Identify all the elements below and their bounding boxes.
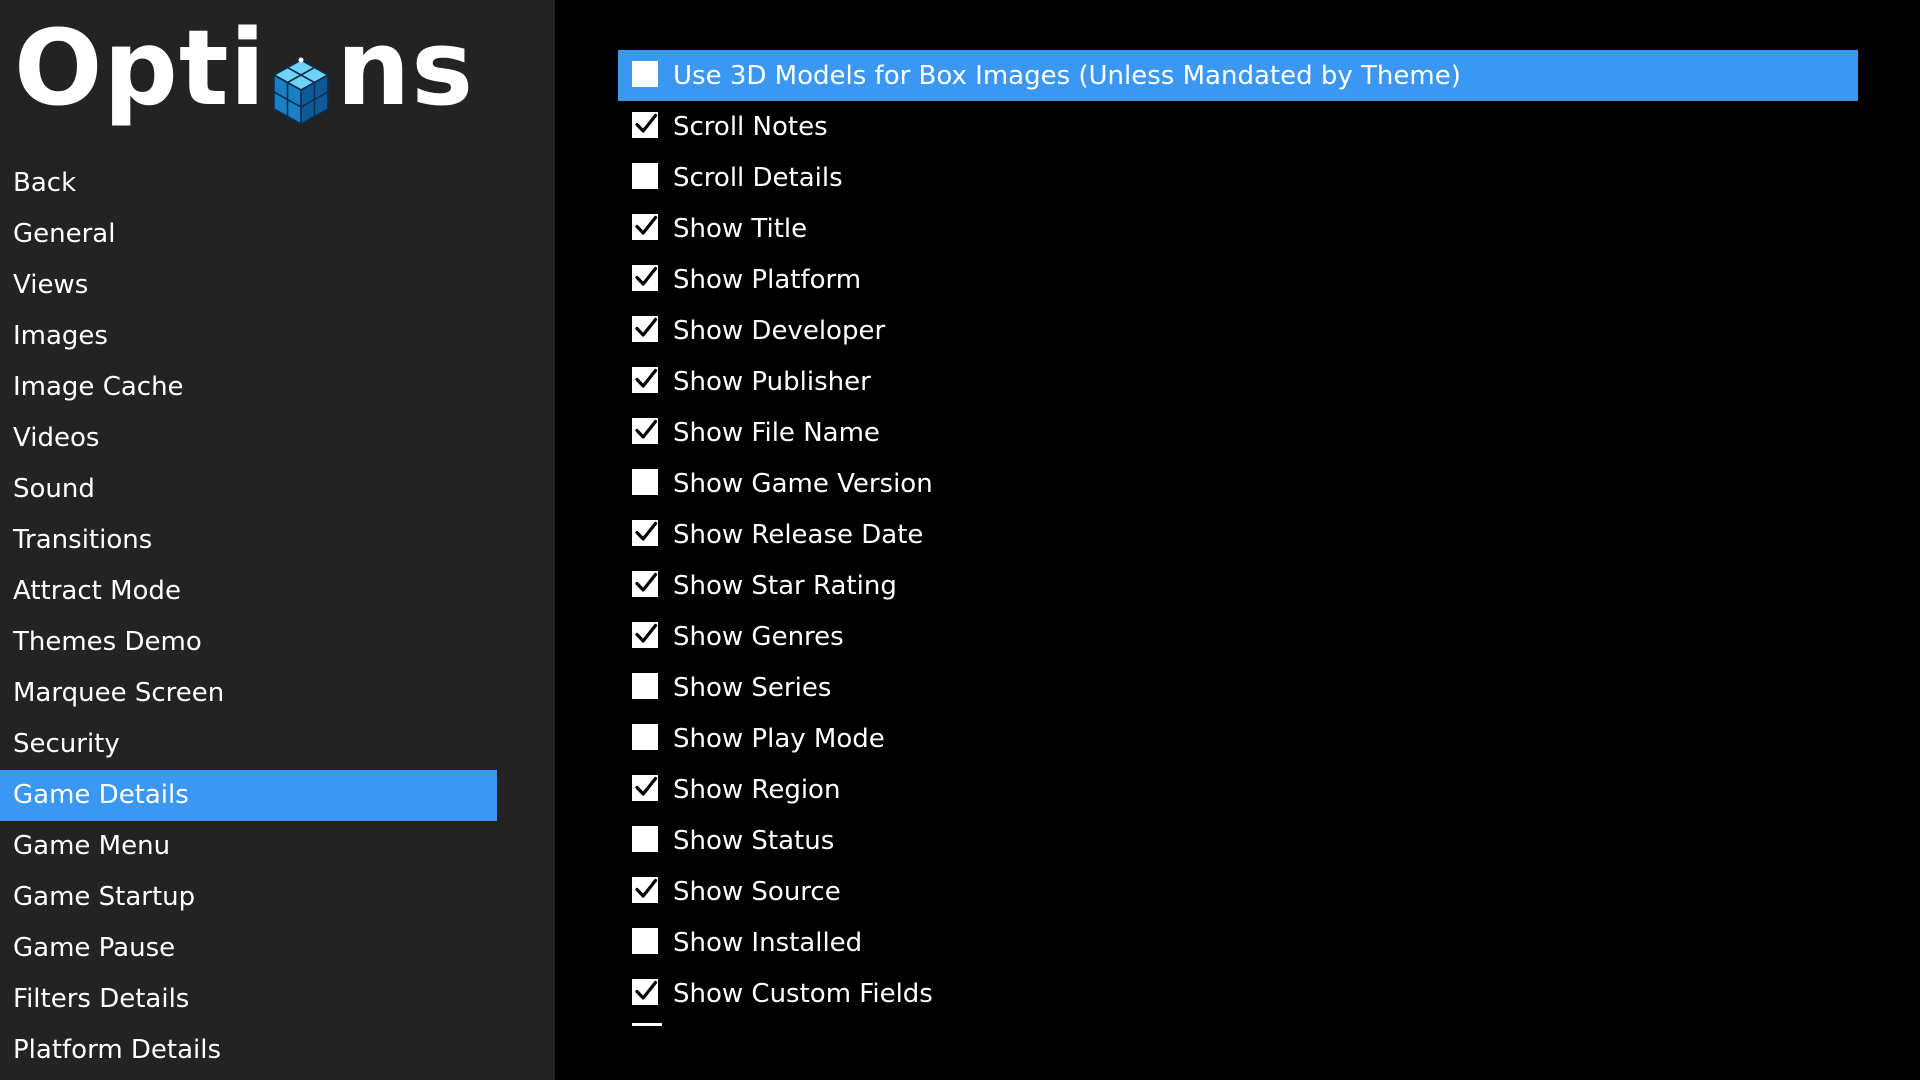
- menu-item-images[interactable]: Images: [0, 311, 497, 362]
- option-label: Show Title: [673, 213, 808, 244]
- option-label: Show Series: [673, 672, 832, 703]
- menu-item-filters-details[interactable]: Filters Details: [0, 974, 497, 1025]
- option-label: Show Publisher: [673, 366, 871, 397]
- option-label: Show Region: [673, 774, 841, 805]
- option-use-3d-models-for-box-images-unless-mandated-by-theme[interactable]: Use 3D Models for Box Images (Unless Man…: [618, 50, 1858, 101]
- option-label: Show Developer: [673, 315, 886, 346]
- checkbox-checked-icon[interactable]: [632, 621, 658, 648]
- checkbox-checked-icon[interactable]: [632, 978, 658, 1005]
- option-show-status[interactable]: Show Status: [618, 815, 1858, 866]
- next-option-partial: [618, 1023, 1858, 1030]
- option-show-publisher[interactable]: Show Publisher: [618, 356, 1858, 407]
- options-panel: Use 3D Models for Box Images (Unless Man…: [555, 0, 1920, 1080]
- menu-item-themes-demo[interactable]: Themes Demo: [0, 617, 497, 668]
- menu-item-game-pause[interactable]: Game Pause: [0, 923, 497, 974]
- checkbox-checked-icon[interactable]: [632, 570, 658, 597]
- menu-item-platform-details[interactable]: Platform Details: [0, 1025, 497, 1076]
- option-label: Show Source: [673, 876, 841, 907]
- option-label: Show Status: [673, 825, 835, 856]
- option-label: Show Game Version: [673, 468, 933, 499]
- checkbox-unchecked-icon[interactable]: [632, 927, 658, 954]
- option-scroll-notes[interactable]: Scroll Notes: [618, 101, 1858, 152]
- checkbox-checked-icon[interactable]: [632, 417, 658, 444]
- checkbox-checked-icon[interactable]: [632, 264, 658, 291]
- checkbox-checked-icon[interactable]: [632, 111, 658, 138]
- option-show-file-name[interactable]: Show File Name: [618, 407, 1858, 458]
- sidebar: Opti ns Back General Views Images Image …: [0, 0, 555, 1080]
- option-show-star-rating[interactable]: Show Star Rating: [618, 560, 1858, 611]
- checkbox-unchecked-icon[interactable]: [632, 468, 658, 495]
- checkbox-unchecked-icon[interactable]: [632, 672, 658, 699]
- options-logo: Opti ns: [14, 8, 474, 128]
- menu-item-image-cache[interactable]: Image Cache: [0, 362, 497, 413]
- menu-item-videos[interactable]: Videos: [0, 413, 497, 464]
- menu-item-marquee-screen[interactable]: Marquee Screen: [0, 668, 497, 719]
- menu-item-sound[interactable]: Sound: [0, 464, 497, 515]
- menu-item-transitions[interactable]: Transitions: [0, 515, 497, 566]
- option-label: Show Star Rating: [673, 570, 897, 601]
- menu-item-attract-mode[interactable]: Attract Mode: [0, 566, 497, 617]
- option-show-release-date[interactable]: Show Release Date: [618, 509, 1858, 560]
- menu-item-views[interactable]: Views: [0, 260, 497, 311]
- option-label: Show Installed: [673, 927, 863, 958]
- option-show-game-version[interactable]: Show Game Version: [618, 458, 1858, 509]
- option-label: Use 3D Models for Box Images (Unless Man…: [673, 60, 1461, 91]
- option-show-play-mode[interactable]: Show Play Mode: [618, 713, 1858, 764]
- option-show-developer[interactable]: Show Developer: [618, 305, 1858, 356]
- checkbox-unchecked-icon[interactable]: [632, 162, 658, 189]
- menu-item-general[interactable]: General: [0, 209, 497, 260]
- checkbox-unchecked-icon[interactable]: [632, 825, 658, 852]
- option-label: Show Custom Fields: [673, 978, 933, 1009]
- checkbox-checked-icon[interactable]: [632, 366, 658, 393]
- option-show-custom-fields[interactable]: Show Custom Fields: [618, 968, 1858, 1019]
- option-label: Show File Name: [673, 417, 880, 448]
- checkbox-checked-icon[interactable]: [632, 876, 658, 903]
- logo-text-start: Opti: [14, 7, 267, 129]
- option-label: Show Play Mode: [673, 723, 885, 754]
- options-menu: Back General Views Images Image Cache Videos S…: [0, 158, 497, 1076]
- cube-icon: [270, 39, 332, 126]
- game-details-options-list: Use 3D Models for Box Images (Unless Man…: [618, 50, 1858, 1030]
- checkbox-checked-icon[interactable]: [632, 213, 658, 240]
- checkbox-checked-icon[interactable]: [632, 519, 658, 546]
- checkbox-checked-icon[interactable]: [632, 774, 658, 801]
- option-label: Scroll Details: [673, 162, 843, 193]
- option-show-platform[interactable]: Show Platform: [618, 254, 1858, 305]
- checkbox-unchecked-icon[interactable]: [632, 723, 658, 750]
- option-label: Show Genres: [673, 621, 844, 652]
- logo-text-end: ns: [336, 7, 475, 129]
- option-scroll-details[interactable]: Scroll Details: [618, 152, 1858, 203]
- option-show-installed[interactable]: Show Installed: [618, 917, 1858, 968]
- checkbox-partial-icon: [632, 1023, 662, 1026]
- option-show-region[interactable]: Show Region: [618, 764, 1858, 815]
- option-show-genres[interactable]: Show Genres: [618, 611, 1858, 662]
- option-label: Scroll Notes: [673, 111, 828, 142]
- option-show-series[interactable]: Show Series: [618, 662, 1858, 713]
- menu-item-game-details[interactable]: Game Details: [0, 770, 497, 821]
- checkbox-unchecked-icon[interactable]: [632, 60, 658, 87]
- option-show-title[interactable]: Show Title: [618, 203, 1858, 254]
- option-show-source[interactable]: Show Source: [618, 866, 1858, 917]
- checkbox-checked-icon[interactable]: [632, 315, 658, 342]
- menu-item-back[interactable]: Back: [0, 158, 497, 209]
- menu-item-security[interactable]: Security: [0, 719, 497, 770]
- option-label: Show Release Date: [673, 519, 924, 550]
- option-label: Show Platform: [673, 264, 862, 295]
- menu-item-game-startup[interactable]: Game Startup: [0, 872, 497, 923]
- options-screen: Opti ns Back General Views Images Image …: [0, 0, 1920, 1080]
- menu-item-game-menu[interactable]: Game Menu: [0, 821, 497, 872]
